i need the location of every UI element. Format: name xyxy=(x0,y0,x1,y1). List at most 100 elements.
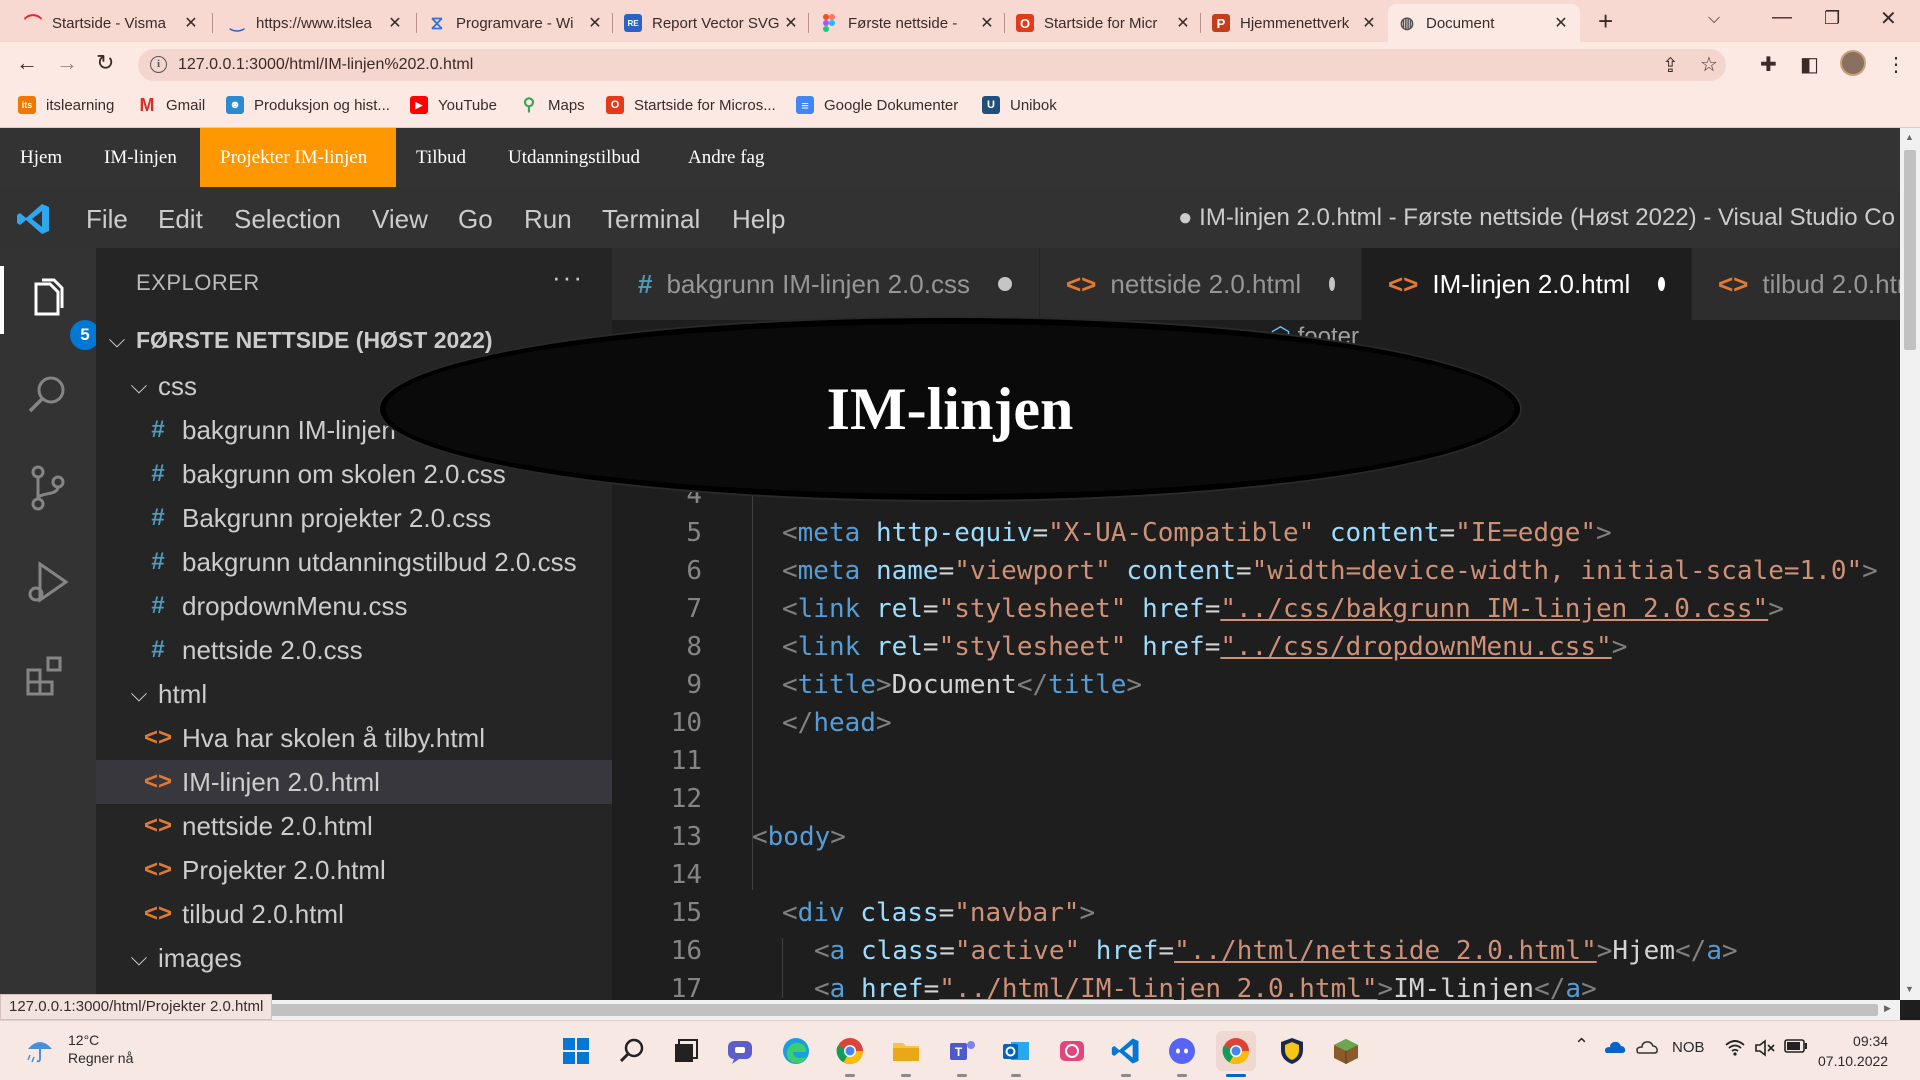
search-taskbar-button[interactable] xyxy=(612,1031,652,1071)
browser-tab[interactable]: O Startside for Micr ✕ xyxy=(1006,4,1202,42)
scroll-right-icon[interactable]: ▶ xyxy=(1884,1003,1891,1014)
editor-tab[interactable]: # bakgrunn IM-linjen 2.0.css xyxy=(612,248,1040,320)
close-icon[interactable]: ✕ xyxy=(1552,13,1570,33)
nav-link-im-linjen[interactable]: IM-linjen xyxy=(84,128,197,187)
bookmark-gmail[interactable]: M Gmail xyxy=(138,95,206,115)
photos-button[interactable] xyxy=(1052,1031,1092,1071)
folder-html[interactable]: ⌵ html xyxy=(96,672,612,716)
editor-tab-active[interactable]: <> IM-linjen 2.0.html xyxy=(1362,248,1692,320)
weather-widget[interactable]: 12°C Regner nå xyxy=(24,1031,133,1067)
menu-edit[interactable]: Edit xyxy=(158,204,203,235)
menu-view[interactable]: View xyxy=(372,204,428,235)
share-icon[interactable]: ⇪ xyxy=(1662,53,1679,78)
new-tab-button[interactable]: + xyxy=(1598,6,1613,37)
folder-images[interactable]: ⌵ images xyxy=(96,936,612,980)
source-control-activity[interactable] xyxy=(20,460,76,516)
menu-selection[interactable]: Selection xyxy=(234,204,341,235)
more-actions-icon[interactable]: ··· xyxy=(552,262,584,293)
horizontal-scrollbar[interactable]: ▶ xyxy=(0,1000,1900,1020)
bookmark-youtube[interactable]: ▶ YouTube xyxy=(410,96,497,114)
file-explorer-button[interactable] xyxy=(886,1031,926,1077)
discord-button[interactable] xyxy=(1162,1031,1202,1077)
chevron-up-icon[interactable]: ⌃ xyxy=(1574,1035,1589,1056)
vscode-taskbar-button[interactable] xyxy=(1106,1031,1146,1077)
scroll-up-icon[interactable]: ▲ xyxy=(1905,132,1914,142)
bookmark-google-docs[interactable]: ≡ Google Dokumenter xyxy=(796,96,958,114)
nav-link-tilbud[interactable]: Tilbud xyxy=(396,128,486,187)
search-activity[interactable] xyxy=(20,366,76,422)
close-icon[interactable]: ✕ xyxy=(1174,13,1192,33)
extensions-activity[interactable] xyxy=(20,648,76,704)
file-html[interactable]: <> nettside 2.0.html xyxy=(96,804,612,848)
battery-icon[interactable] xyxy=(1784,1039,1808,1058)
info-icon[interactable]: i xyxy=(150,56,167,73)
teams-chat-button[interactable] xyxy=(720,1031,760,1071)
wifi-icon[interactable] xyxy=(1724,1039,1746,1062)
onedrive-icon[interactable] xyxy=(1602,1039,1626,1060)
file-html[interactable]: <> tilbud 2.0.html xyxy=(96,892,612,936)
side-panel-icon[interactable]: ◧ xyxy=(1800,52,1819,77)
menu-file[interactable]: File xyxy=(86,204,128,235)
address-bar[interactable]: i 127.0.0.1:3000/html/IM-linjen%202.0.ht… xyxy=(138,49,1726,81)
explorer-activity[interactable]: 5 xyxy=(0,266,100,350)
bookmark-star-icon[interactable]: ☆ xyxy=(1700,52,1718,77)
browser-tab[interactable]: ‿ https://www.itslea ✕ xyxy=(218,4,414,42)
avatar[interactable] xyxy=(1840,50,1866,76)
outlook-button[interactable] xyxy=(996,1031,1036,1077)
file-css[interactable]: # dropdownMenu.css xyxy=(96,584,612,628)
editor-tab[interactable]: <> tilbud 2.0.htm xyxy=(1692,248,1900,320)
editor-tab[interactable]: <> nettside 2.0.html xyxy=(1040,248,1362,320)
browser-tab[interactable]: ⌒ Startside - Visma ✕ xyxy=(14,4,210,42)
menu-go[interactable]: Go xyxy=(458,204,493,235)
vertical-scrollbar[interactable]: ▲ ▼ xyxy=(1900,128,1920,1000)
task-view-button[interactable] xyxy=(666,1031,706,1071)
bookmark-itslearning[interactable]: its itslearning xyxy=(18,96,114,114)
menu-terminal[interactable]: Terminal xyxy=(602,204,700,235)
onedrive-personal-icon[interactable] xyxy=(1634,1039,1658,1060)
close-icon[interactable]: ✕ xyxy=(586,13,604,33)
forward-button[interactable]: → xyxy=(56,50,78,76)
chrome-active-button[interactable] xyxy=(1216,1031,1256,1077)
browser-tab[interactable]: RE Report Vector SVG ✕ xyxy=(614,4,810,42)
close-icon[interactable]: ✕ xyxy=(1360,13,1378,33)
browser-tab[interactable]: P Hjemmenettverk ✕ xyxy=(1202,4,1388,42)
file-html-selected[interactable]: <> IM-linjen 2.0.html xyxy=(96,760,612,804)
nav-link-utdanningstilbud[interactable]: Utdanningstilbud xyxy=(488,128,660,187)
file-css[interactable]: # nettside 2.0.css xyxy=(96,628,612,672)
scrollbar-thumb[interactable] xyxy=(18,1004,1878,1016)
file-html[interactable]: <> Hva har skolen å tilby.html xyxy=(96,716,612,760)
nav-link-hjem[interactable]: Hjem xyxy=(0,128,82,187)
unsaved-dot-icon[interactable] xyxy=(997,277,1012,291)
unsaved-dot-icon[interactable] xyxy=(1329,277,1335,291)
bookmark-office[interactable]: O Startside for Micros... xyxy=(606,96,776,114)
file-html[interactable]: <> Projekter 2.0.html xyxy=(96,848,612,892)
volume-muted-icon[interactable] xyxy=(1754,1039,1776,1062)
menu-run[interactable]: Run xyxy=(524,204,572,235)
back-button[interactable]: ← xyxy=(16,50,38,76)
nav-link-andre-fag[interactable]: Andre fag xyxy=(668,128,785,187)
reload-button[interactable]: ↻ xyxy=(96,50,114,76)
bookmark-produksjon[interactable]: ☻ Produksjon og hist... xyxy=(226,96,390,114)
menu-icon[interactable]: ⋮ xyxy=(1886,52,1906,77)
minecraft-button[interactable] xyxy=(1326,1031,1366,1071)
chrome-button[interactable] xyxy=(830,1031,870,1077)
start-button[interactable] xyxy=(556,1031,596,1071)
teams-button[interactable]: T xyxy=(942,1031,982,1077)
restore-button[interactable]: ❐ xyxy=(1824,8,1840,29)
browser-tab-active[interactable]: ◍ Document ✕ xyxy=(1388,4,1580,42)
close-icon[interactable]: ✕ xyxy=(386,13,404,33)
nav-link-projekter-active[interactable]: Projekter IM-linjen xyxy=(200,128,396,187)
minimize-button[interactable]: — xyxy=(1772,6,1792,29)
scroll-down-icon[interactable]: ▼ xyxy=(1905,984,1914,994)
bookmark-unibok[interactable]: U Unibok xyxy=(982,96,1057,114)
unsaved-dot-icon[interactable] xyxy=(1658,277,1665,291)
close-icon[interactable]: ✕ xyxy=(182,13,200,33)
run-debug-activity[interactable] xyxy=(20,554,76,610)
close-icon[interactable]: ✕ xyxy=(978,13,996,33)
close-icon[interactable]: ✕ xyxy=(782,13,800,33)
scrollbar-thumb[interactable] xyxy=(1904,150,1916,350)
menu-help[interactable]: Help xyxy=(732,204,785,235)
browser-tab[interactable]: Første nettside - ✕ xyxy=(810,4,1006,42)
language-indicator[interactable]: NOB xyxy=(1672,1039,1705,1056)
vpn-shield-button[interactable] xyxy=(1272,1031,1312,1071)
